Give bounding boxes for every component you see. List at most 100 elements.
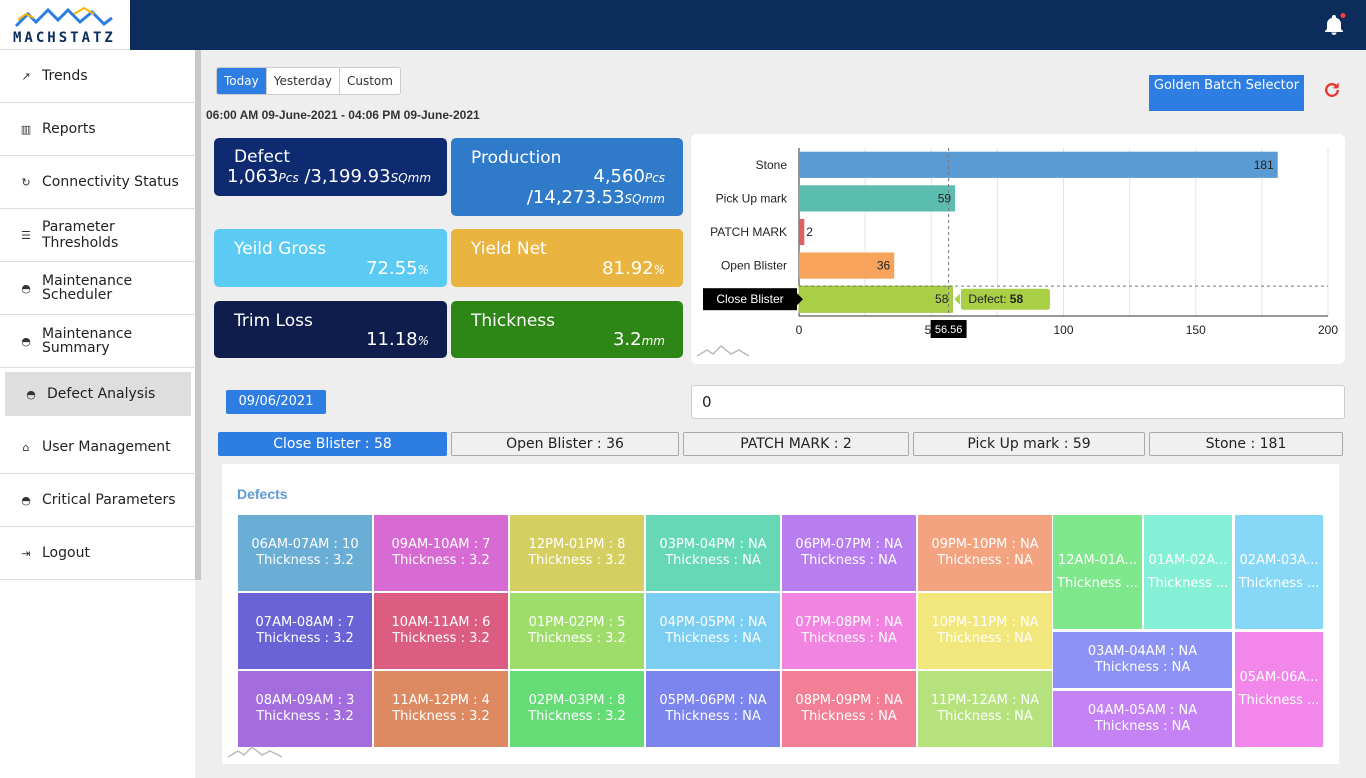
chart-watermark-icon xyxy=(696,344,750,357)
sidebar-scrollbar[interactable] xyxy=(195,50,201,580)
treemap-cell[interactable]: 12PM-01PM : 8 Thickness : 3.2 xyxy=(510,515,644,591)
list-icon: ☰ xyxy=(21,228,31,242)
x-tick-label: 0 xyxy=(796,323,803,337)
treemap-cell-label: 06PM-07PM : NA xyxy=(795,537,903,552)
notification-bell-icon[interactable] xyxy=(1322,13,1346,37)
yield-net-value: 81.92% xyxy=(602,258,665,279)
treemap-cell[interactable]: 05AM-06A... Thickness ... xyxy=(1235,632,1323,747)
filter-custom-button[interactable]: Custom xyxy=(340,68,400,94)
sidebar-item-connectivity-status[interactable]: ↻ Connectivity Status xyxy=(0,156,195,209)
treemap-cell-thickness: Thickness : NA xyxy=(665,631,761,646)
treemap-cell-thickness: Thickness : 3.2 xyxy=(256,631,354,646)
treemap-cell[interactable]: 02PM-03PM : 8 Thickness : 3.2 xyxy=(510,671,644,747)
filter-today-button[interactable]: Today xyxy=(217,68,267,94)
treemap-cell-label: 02PM-03PM : 8 xyxy=(528,693,626,708)
treemap-cell-label: 10AM-11AM : 6 xyxy=(391,615,491,630)
treemap-cell-thickness: Thickness : 3.2 xyxy=(392,553,490,568)
treemap-cell[interactable]: 09AM-10AM : 7 Thickness : 3.2 xyxy=(374,515,508,591)
treemap-cell[interactable]: 12AM-01A... Thickness ... xyxy=(1053,515,1142,629)
defect-card-title: Defect xyxy=(234,147,291,167)
treemap-cell-label: 03AM-04AM : NA xyxy=(1087,644,1198,659)
date-badge[interactable]: 09/06/2021 xyxy=(226,390,326,414)
data-label: 59 xyxy=(938,191,952,205)
treemap-cell-label: 08PM-09PM : NA xyxy=(795,693,903,708)
sidebar-item-logout[interactable]: ⇥ Logout xyxy=(0,527,195,580)
treemap-cell[interactable]: 05PM-06PM : NA Thickness : NA xyxy=(646,671,780,747)
treemap-cell-label: 12AM-01A... xyxy=(1058,552,1137,568)
treemap-cell[interactable]: 09PM-10PM : NA Thickness : NA xyxy=(918,515,1052,591)
treemap-cell[interactable]: 10PM-11PM : NA Thickness : NA xyxy=(918,593,1052,669)
treemap-cell[interactable]: 07AM-08AM : 7 Thickness : 3.2 xyxy=(238,593,372,669)
treemap-cell[interactable]: 01AM-02A... Thickness ... xyxy=(1144,515,1232,629)
treemap-cell[interactable]: 08PM-09PM : NA Thickness : NA xyxy=(782,671,916,747)
treemap-cell[interactable]: 03PM-04PM : NA Thickness : NA xyxy=(646,515,780,591)
golden-batch-selector-button[interactable]: Golden Batch Selector xyxy=(1149,75,1304,111)
treemap-cell-thickness: Thickness : 3.2 xyxy=(528,709,626,724)
treemap-cell[interactable]: 03AM-04AM : NA Thickness : NA xyxy=(1053,632,1232,688)
treemap-cell-thickness: Thickness ... xyxy=(1057,575,1138,591)
treemap-cell[interactable]: 06PM-07PM : NA Thickness : NA xyxy=(782,515,916,591)
logo-mountain-icon xyxy=(14,6,113,28)
treemap-cell[interactable]: 02AM-03A... Thickness ... xyxy=(1235,515,1323,629)
treemap-cell[interactable]: 11AM-12PM : 4 Thickness : 3.2 xyxy=(374,671,508,747)
yield-gross-card: Yeild Gross 72.55% xyxy=(214,229,447,287)
treemap-cell[interactable]: 04AM-05AM : NA Thickness : NA xyxy=(1053,691,1232,747)
treemap-cell-thickness: Thickness : NA xyxy=(665,553,761,568)
sidebar-item-trends[interactable]: ↗ Trends xyxy=(0,50,195,103)
category-label: Open Blister xyxy=(721,259,787,273)
value-input[interactable]: 0 xyxy=(691,385,1345,419)
yield-gross-title: Yeild Gross xyxy=(234,239,327,259)
chart-watermark-icon xyxy=(228,745,283,758)
treemap-cell[interactable]: 04PM-05PM : NA Thickness : NA xyxy=(646,593,780,669)
sidebar-item-critical-parameters[interactable]: ◓ Critical Parameters xyxy=(0,474,195,527)
sidebar-item-reports[interactable]: ▥ Reports xyxy=(0,103,195,156)
treemap-cell-label: 11AM-12PM : 4 xyxy=(392,693,490,708)
treemap-cell-label: 04PM-05PM : NA xyxy=(659,615,767,630)
treemap-cell-label: 09PM-10PM : NA xyxy=(931,537,1039,552)
treemap-cell-label: 11PM-12AM : NA xyxy=(930,693,1040,708)
category-tooltip-text: Close Blister xyxy=(716,292,783,306)
filter-yesterday-button[interactable]: Yesterday xyxy=(267,68,340,94)
home-icon: ⌂ xyxy=(22,440,30,454)
defect-bar-chart-panel: Stone 181 Pick Up mark 59 PATCH MARK 2 Open Bl… xyxy=(691,134,1345,364)
treemap-cell-thickness: Thickness : 3.2 xyxy=(256,553,354,568)
treemap-cell[interactable]: 06AM-07AM : 10 Thickness : 3.2 xyxy=(238,515,372,591)
tab-close-blister[interactable]: Close Blister : 58 xyxy=(218,432,447,456)
treemap-cell-label: 01AM-02A... xyxy=(1148,552,1228,568)
treemap-cell-thickness: Thickness ... xyxy=(1147,575,1229,591)
treemap-cell-label: 09AM-10AM : 7 xyxy=(391,537,491,552)
treemap-cell[interactable]: 10AM-11AM : 6 Thickness : 3.2 xyxy=(374,593,508,669)
helmet-icon: ◓ xyxy=(21,493,31,507)
trim-loss-card: Trim Loss 11.18% xyxy=(214,301,447,358)
treemap-cell-label: 02AM-03A... xyxy=(1239,552,1319,568)
tab-patch-mark[interactable]: PATCH MARK : 2 xyxy=(683,432,909,456)
tab-pick-up-mark[interactable]: Pick Up mark : 59 xyxy=(913,432,1145,456)
treemap-cell[interactable]: 01PM-02PM : 5 Thickness : 3.2 xyxy=(510,593,644,669)
logout-icon: ⇥ xyxy=(21,546,31,560)
treemap-cell-label: 08AM-09AM : 3 xyxy=(255,693,355,708)
refresh-icon[interactable] xyxy=(1322,80,1342,100)
treemap-cell[interactable]: 11PM-12AM : NA Thickness : NA xyxy=(918,671,1052,747)
bar xyxy=(798,285,953,313)
defect-bar-chart: Stone 181 Pick Up mark 59 PATCH MARK 2 Open Bl… xyxy=(696,148,1338,357)
sidebar-item-defect-analysis[interactable]: ◓ Defect Analysis xyxy=(5,372,191,416)
defect-card: Defect 1,063Pcs /3,199.93SQmm xyxy=(214,138,447,196)
sidebar-item-maintenance-summary[interactable]: ◓ Maintenance Summary xyxy=(0,315,195,368)
helmet-icon: ◓ xyxy=(21,281,31,295)
crosshair-x-label: 56.56 xyxy=(935,324,963,336)
treemap-cell-label: 12PM-01PM : 8 xyxy=(528,537,626,552)
treemap-cell[interactable]: 08AM-09AM : 3 Thickness : 3.2 xyxy=(238,671,372,747)
category-label: Pick Up mark xyxy=(716,191,788,205)
treemap-cell-thickness: Thickness : NA xyxy=(801,709,897,724)
tab-open-blister[interactable]: Open Blister : 36 xyxy=(451,432,679,456)
sidebar-item-user-management[interactable]: ⌂ User Management xyxy=(0,421,195,474)
logo[interactable]: MACHSTATZ xyxy=(0,0,130,50)
sidebar-item-maintenance-scheduler[interactable]: ◓ Maintenance Scheduler xyxy=(0,262,195,315)
bar xyxy=(799,218,805,246)
treemap-cell-thickness: Thickness : 3.2 xyxy=(392,709,490,724)
tab-stone[interactable]: Stone : 181 xyxy=(1149,432,1343,456)
treemap-cell[interactable]: 07PM-08PM : NA Thickness : NA xyxy=(782,593,916,669)
sidebar-item-parameter-thresholds[interactable]: ☰ Parameter Thresholds xyxy=(0,209,195,262)
trim-loss-value: 11.18% xyxy=(366,329,429,350)
treemap-cell-label: 07AM-08AM : 7 xyxy=(255,615,355,630)
